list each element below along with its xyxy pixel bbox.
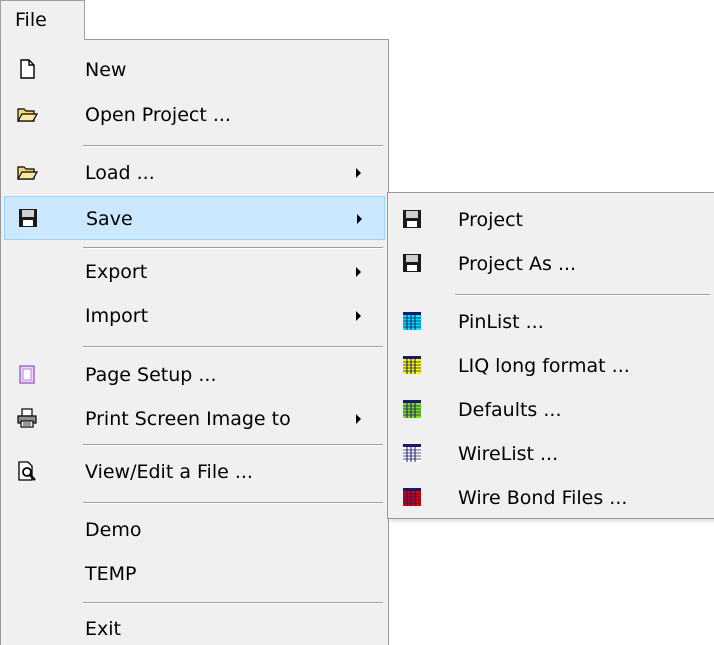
submenu-item-project[interactable]: Project (391, 198, 711, 242)
menu-item-exit[interactable]: Exit (4, 607, 385, 645)
menu-separator (83, 247, 383, 249)
menu-item-label: New (85, 59, 127, 81)
submenu-item-defaults[interactable]: Defaults ... (391, 388, 711, 432)
menu-item-label: Save (86, 208, 133, 230)
submenu-item-liq-long-format[interactable]: LIQ long format ... (391, 344, 711, 388)
menu-item-print-screen-image[interactable]: Print Screen Image to (4, 397, 385, 441)
menu-separator (455, 294, 710, 296)
submenu-item-pinlist[interactable]: PinList ... (391, 300, 711, 344)
submenu-arrow-icon (356, 267, 361, 277)
page-setup-icon (19, 365, 35, 384)
submenu-item-wire-bond-files[interactable]: Wire Bond Files ... (391, 476, 711, 520)
menubar-file[interactable]: File (0, 0, 85, 40)
floppy-disk-icon (403, 254, 421, 272)
grid-icon (403, 356, 421, 374)
submenu-arrow-icon (356, 311, 361, 321)
grid-icon (403, 444, 421, 462)
menu-item-label: Export (85, 261, 148, 283)
submenu-item-label: Project As ... (458, 253, 577, 275)
submenu-arrow-icon (356, 414, 361, 424)
menu-separator (83, 145, 383, 147)
menu-item-label: Load ... (85, 162, 155, 184)
menu-item-label: Demo (85, 519, 142, 541)
menu-separator (83, 346, 383, 348)
view-file-icon (18, 461, 36, 481)
submenu-item-label: PinList ... (458, 311, 544, 333)
menu-separator (83, 444, 383, 446)
menu-item-label: TEMP (85, 563, 137, 585)
menu-item-label: Print Screen Image to (85, 408, 291, 430)
submenu-item-label: Wire Bond Files ... (458, 487, 628, 509)
grid-icon (403, 488, 421, 506)
submenu-item-project-as[interactable]: Project As ... (391, 242, 711, 286)
screen: File New Open Project ... Load ... Save … (0, 0, 714, 645)
menu-item-label: Import (85, 305, 149, 327)
submenu-item-label: Defaults ... (458, 399, 562, 421)
menu-item-open-project[interactable]: Open Project ... (4, 93, 385, 137)
menu-item-load[interactable]: Load ... (4, 151, 385, 195)
menubar-file-label: File (15, 9, 47, 31)
submenu-item-label: LIQ long format ... (458, 355, 630, 377)
menu-item-new[interactable]: New (4, 48, 385, 92)
submenu-item-label: Project (458, 209, 524, 231)
grid-icon (403, 312, 421, 330)
grid-icon (403, 400, 421, 418)
menu-item-save[interactable]: Save (4, 196, 385, 240)
menu-item-page-setup[interactable]: Page Setup ... (4, 353, 385, 397)
menu-item-label: Page Setup ... (85, 364, 217, 386)
save-submenu: Project Project As ... PinList ... LIQ l… (387, 192, 714, 519)
menu-item-label: Exit (85, 618, 121, 640)
menu-item-label: Open Project ... (85, 104, 231, 126)
menu-separator (83, 602, 383, 604)
menu-separator (83, 502, 383, 504)
printer-icon (17, 408, 37, 428)
open-folder-icon (16, 108, 38, 122)
menu-item-label: View/Edit a File ... (85, 461, 253, 483)
menu-item-export[interactable]: Export (4, 250, 385, 294)
submenu-arrow-icon (356, 168, 361, 178)
floppy-disk-icon (19, 209, 37, 227)
menu-item-view-edit-file[interactable]: View/Edit a File ... (4, 450, 385, 494)
file-menu: New Open Project ... Load ... Save Expor… (0, 39, 389, 645)
submenu-arrow-icon (357, 214, 362, 224)
floppy-disk-icon (403, 210, 421, 228)
submenu-item-label: WireList ... (458, 443, 559, 465)
menu-item-demo[interactable]: Demo (4, 508, 385, 552)
submenu-item-wirelist[interactable]: WireList ... (391, 432, 711, 476)
new-document-icon (20, 59, 35, 79)
menu-item-import[interactable]: Import (4, 294, 385, 338)
menu-item-temp[interactable]: TEMP (4, 552, 385, 596)
open-folder-icon (16, 166, 38, 180)
